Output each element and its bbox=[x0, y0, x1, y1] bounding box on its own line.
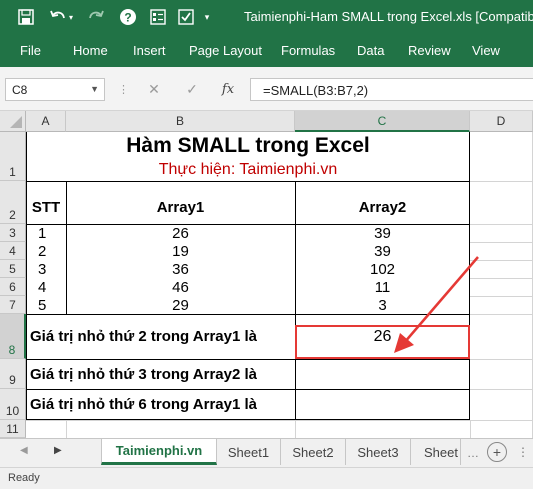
table-border bbox=[26, 181, 470, 182]
row-header-11[interactable]: 11 bbox=[0, 420, 26, 438]
stt-cell[interactable]: 3 bbox=[38, 260, 66, 278]
status-bar: Ready bbox=[0, 467, 533, 489]
annotation-arrow-icon bbox=[394, 256, 479, 353]
row-header-10[interactable]: 10 bbox=[0, 389, 26, 420]
customize-icon[interactable]: ▾ bbox=[200, 7, 214, 27]
sheet-tab-sheet1[interactable]: Sheet1 bbox=[217, 439, 281, 465]
question-label[interactable]: Giá trị nhỏ thứ 3 trong Array2 là bbox=[30, 359, 295, 389]
worksheet-grid[interactable]: A B C D 1 2 3 4 5 6 7 8 9 10 11 Hàm SMAL… bbox=[0, 111, 533, 438]
formula-bar-resize-handle[interactable]: ⋮ bbox=[118, 83, 129, 96]
select-all-corner[interactable] bbox=[0, 111, 26, 132]
sheet-tab-sheet4[interactable]: Sheet bbox=[411, 439, 461, 465]
sheet-tab-sheet3[interactable]: Sheet3 bbox=[346, 439, 411, 465]
row-header-8[interactable]: 8 bbox=[0, 314, 26, 359]
sheet-subtitle[interactable]: Thực hiện: Taimienphi.vn bbox=[26, 160, 470, 180]
save-icon[interactable] bbox=[16, 7, 36, 27]
row-header-1[interactable]: 1 bbox=[0, 132, 26, 181]
ribbon-tabs: File Home Insert Page Layout Formulas Da… bbox=[0, 34, 533, 67]
array2-cell[interactable]: 39 bbox=[295, 224, 470, 242]
column-header-b[interactable]: B bbox=[66, 111, 295, 132]
tab-insert[interactable]: Insert bbox=[133, 43, 166, 58]
tab-data[interactable]: Data bbox=[357, 43, 384, 58]
tab-home[interactable]: Home bbox=[73, 43, 108, 58]
column-header-a[interactable]: A bbox=[26, 111, 66, 132]
row-header-3[interactable]: 3 bbox=[0, 224, 26, 242]
array1-cell[interactable]: 29 bbox=[66, 296, 295, 314]
more-sheets-icon[interactable]: … bbox=[467, 446, 479, 460]
gridline bbox=[470, 242, 533, 243]
stt-cell[interactable]: 2 bbox=[38, 242, 66, 260]
row-header-2[interactable]: 2 bbox=[0, 181, 26, 224]
header-stt[interactable]: STT bbox=[26, 196, 66, 218]
row-header-9[interactable]: 9 bbox=[0, 359, 26, 389]
chevron-down-icon[interactable]: ▼ bbox=[90, 84, 99, 94]
column-header-d[interactable]: D bbox=[470, 111, 533, 132]
tab-review[interactable]: Review bbox=[408, 43, 451, 58]
undo-dropdown-icon[interactable]: ▾ bbox=[66, 7, 76, 27]
check-icon[interactable] bbox=[176, 7, 196, 27]
header-array1[interactable]: Array1 bbox=[66, 196, 295, 218]
array1-cell[interactable]: 19 bbox=[66, 242, 295, 260]
tab-view[interactable]: View bbox=[472, 43, 500, 58]
tab-page-layout[interactable]: Page Layout bbox=[189, 43, 262, 58]
array1-cell[interactable]: 26 bbox=[66, 224, 295, 242]
undo-icon[interactable] bbox=[48, 7, 68, 27]
add-sheet-icon[interactable]: + bbox=[487, 442, 507, 462]
form-icon[interactable] bbox=[148, 7, 168, 27]
svg-text:?: ? bbox=[124, 11, 131, 25]
tab-formulas[interactable]: Formulas bbox=[281, 43, 335, 58]
title-bar: ▾ ? ▾ Taimienphi-Ham SMALL trong Excel.x… bbox=[0, 0, 533, 34]
row-header-4[interactable]: 4 bbox=[0, 242, 26, 260]
row-header-7[interactable]: 7 bbox=[0, 296, 26, 314]
question-label[interactable]: Giá trị nhỏ thứ 6 trong Array1 là bbox=[30, 389, 295, 420]
row-header-5[interactable]: 5 bbox=[0, 260, 26, 278]
gridline bbox=[470, 389, 533, 390]
tab-file[interactable]: File bbox=[20, 43, 41, 58]
scroll-right-icon[interactable]: ▶ bbox=[54, 445, 62, 456]
name-box[interactable]: C8 ▼ bbox=[5, 78, 105, 101]
insert-function-icon[interactable]: fx bbox=[216, 78, 240, 101]
cancel-icon[interactable]: ✕ bbox=[142, 78, 166, 101]
question-label[interactable]: Giá trị nhỏ thứ 2 trong Array1 là bbox=[30, 314, 295, 359]
gridline bbox=[470, 181, 533, 182]
scroll-left-icon[interactable]: ◀ bbox=[20, 445, 28, 456]
stt-cell[interactable]: 5 bbox=[38, 296, 66, 314]
header-array2[interactable]: Array2 bbox=[295, 196, 470, 218]
row-header-6[interactable]: 6 bbox=[0, 278, 26, 296]
status-text: Ready bbox=[8, 472, 40, 484]
window-title: Taimienphi-Ham SMALL trong Excel.xls [Co… bbox=[244, 9, 533, 24]
gridline bbox=[66, 420, 67, 438]
array1-cell[interactable]: 46 bbox=[66, 278, 295, 296]
sheet-tab-sheet2[interactable]: Sheet2 bbox=[281, 439, 346, 465]
formula-input[interactable]: =SMALL(B3:B7,2) bbox=[250, 78, 533, 101]
help-icon[interactable]: ? bbox=[118, 7, 138, 27]
sheet-tab-bar: ◀ ▶ Taimienphi.vn Sheet1 Sheet2 Sheet3 S… bbox=[0, 438, 533, 467]
formula-bar: C8 ▼ ⋮ ✕ ✓ fx =SMALL(B3:B7,2) bbox=[0, 67, 533, 111]
tab-split-handle-icon[interactable]: ⋮ bbox=[517, 445, 529, 459]
stt-cell[interactable]: 4 bbox=[38, 278, 66, 296]
gridline bbox=[470, 224, 533, 225]
stt-cell[interactable]: 1 bbox=[38, 224, 66, 242]
enter-icon[interactable]: ✓ bbox=[180, 78, 204, 101]
sheet-title[interactable]: Hàm SMALL trong Excel bbox=[26, 134, 470, 157]
gridline bbox=[26, 420, 533, 421]
gridline bbox=[295, 420, 296, 438]
gridline bbox=[470, 420, 471, 438]
column-header-c[interactable]: C bbox=[295, 111, 470, 132]
array1-cell[interactable]: 36 bbox=[66, 260, 295, 278]
result-cell-c9[interactable] bbox=[295, 359, 470, 389]
name-box-value: C8 bbox=[12, 83, 28, 97]
result-cell-c10[interactable] bbox=[295, 389, 470, 420]
redo-icon[interactable] bbox=[86, 7, 106, 27]
sheet-tab-taimienphi[interactable]: Taimienphi.vn bbox=[101, 439, 217, 465]
